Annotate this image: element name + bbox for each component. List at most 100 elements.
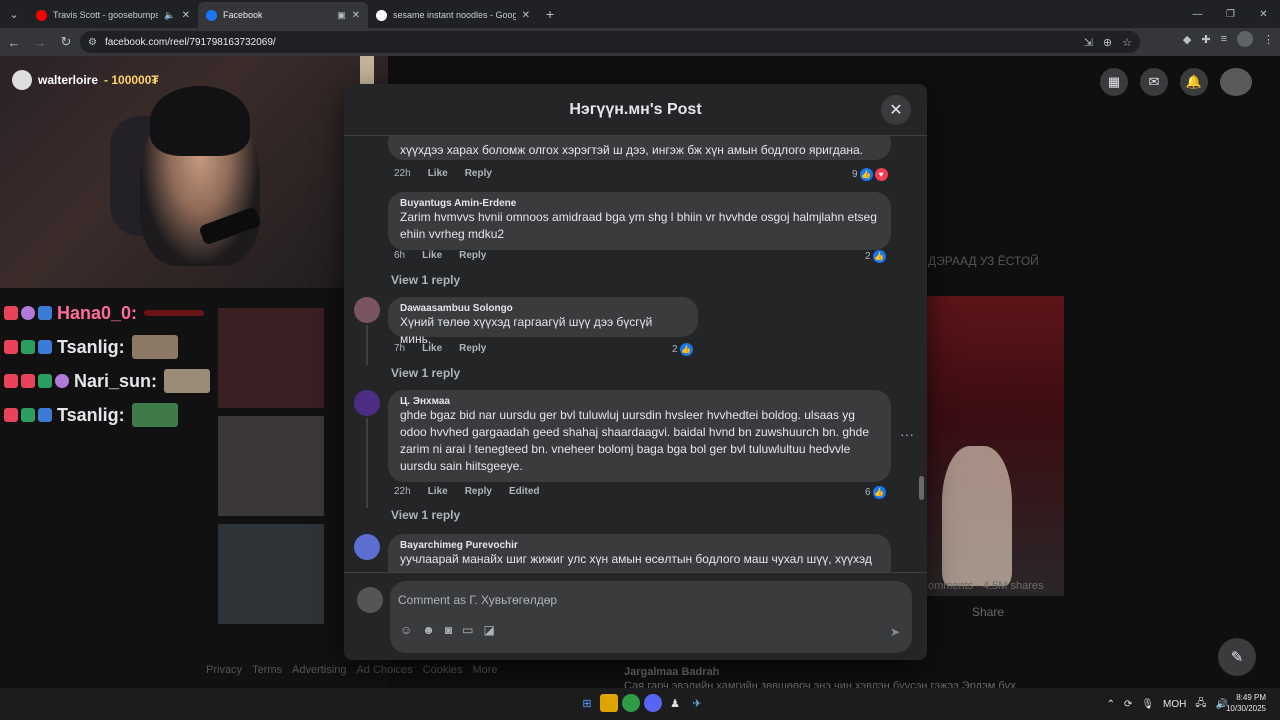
like-button[interactable]: Like bbox=[422, 250, 442, 261]
commenter-avatar[interactable] bbox=[354, 390, 380, 416]
comment-list[interactable]: хүүхдээ харах боломж олгох хэрэгтэй ш дэ… bbox=[344, 136, 927, 572]
obs-icon[interactable]: ♟ bbox=[666, 694, 684, 712]
reaction-count[interactable]: 2 👍 bbox=[865, 250, 886, 263]
address-bar[interactable]: ⚙ facebook.com/reel/791798163732069/ ⇲ ⊕… bbox=[80, 31, 1140, 53]
comment-time[interactable]: 22h bbox=[394, 168, 411, 179]
site-info-icon[interactable]: ⚙ bbox=[88, 37, 97, 48]
tray-chevron-icon[interactable]: ⌃ bbox=[1107, 699, 1115, 710]
extensions-puzzle-icon[interactable]: ✚ bbox=[1201, 33, 1210, 46]
install-icon[interactable]: ⇲ bbox=[1084, 36, 1093, 49]
comment-bubble: Bayarchimeg Purevochir уучлаарай манайх … bbox=[388, 534, 891, 572]
close-icon[interactable]: ✕ bbox=[881, 95, 911, 125]
media-icon[interactable]: ≡ bbox=[1221, 33, 1227, 45]
new-message-compose-icon[interactable]: ✎ bbox=[1218, 638, 1256, 676]
microphone-icon[interactable]: 🎙 bbox=[1141, 699, 1154, 710]
emoji-icon[interactable]: ☻ bbox=[422, 623, 435, 637]
comment-author[interactable]: Ц. Энхмаа bbox=[400, 396, 879, 407]
comment-options-icon[interactable]: ··· bbox=[900, 426, 914, 442]
messenger-icon[interactable]: ✉ bbox=[1140, 68, 1168, 96]
forward-icon[interactable]: → bbox=[28, 30, 52, 54]
extension-icon[interactable]: ◆ bbox=[1183, 33, 1191, 46]
send-icon[interactable]: ➤ bbox=[890, 625, 900, 639]
comment-author[interactable]: Buyantugs Amin-Erdene bbox=[400, 198, 879, 209]
close-tab-icon[interactable]: ✕ bbox=[182, 10, 190, 21]
steam-icon[interactable]: ✈ bbox=[688, 694, 706, 712]
commenter-avatar[interactable] bbox=[354, 297, 380, 323]
menu-grid-icon[interactable]: ▦ bbox=[1100, 68, 1128, 96]
reply-button[interactable]: Reply bbox=[459, 250, 486, 261]
chat-line: Nari_sun: bbox=[4, 364, 244, 398]
gif-icon[interactable]: ▭ bbox=[462, 623, 473, 637]
close-tab-icon[interactable]: ✕ bbox=[522, 10, 530, 21]
profile-avatar[interactable] bbox=[1237, 31, 1253, 47]
tab-google[interactable]: sesame instant noodles - Goog ✕ bbox=[368, 2, 538, 28]
back-icon[interactable]: ← bbox=[2, 30, 26, 54]
footer-link[interactable]: More bbox=[472, 664, 497, 676]
comment-input[interactable]: Comment as Г. Хувьтөгөлдөр ☺ ☻ ◙ ▭ ◪ ➤ bbox=[390, 581, 912, 653]
reaction-number: 2 bbox=[865, 251, 871, 262]
chrome-icon[interactable] bbox=[622, 694, 640, 712]
scrollbar-thumb[interactable] bbox=[919, 476, 924, 500]
language-indicator[interactable]: МОН bbox=[1163, 699, 1186, 710]
comment-time[interactable]: 7h bbox=[394, 343, 405, 354]
view-replies-link[interactable]: View 1 reply bbox=[391, 508, 460, 522]
my-avatar[interactable] bbox=[357, 587, 383, 613]
footer-link[interactable]: Advertising bbox=[292, 664, 346, 676]
browser-toolbar: ← → ↻ ⚙ facebook.com/reel/79179816373206… bbox=[0, 28, 1280, 56]
reply-button[interactable]: Reply bbox=[459, 343, 486, 354]
new-tab-button[interactable]: + bbox=[538, 6, 562, 22]
view-replies-link[interactable]: View 1 reply bbox=[391, 273, 460, 287]
tab-facebook[interactable]: Facebook ▣ ✕ bbox=[198, 2, 368, 28]
facebook-favicon-icon bbox=[206, 9, 217, 21]
file-explorer-icon[interactable] bbox=[600, 694, 618, 712]
camera-icon[interactable]: ◙ bbox=[445, 623, 452, 637]
reaction-count[interactable]: 6 👍 bbox=[865, 486, 886, 499]
discord-icon[interactable] bbox=[644, 694, 662, 712]
close-tab-icon[interactable]: ✕ bbox=[352, 10, 360, 21]
account-avatar[interactable] bbox=[1220, 68, 1252, 96]
footer-link[interactable]: Cookies bbox=[423, 664, 463, 676]
reply-button[interactable]: Reply bbox=[465, 168, 492, 179]
sticker-icon[interactable]: ◪ bbox=[484, 623, 495, 637]
edited-label[interactable]: Edited bbox=[509, 486, 540, 497]
bookmark-star-icon[interactable]: ☆ bbox=[1122, 36, 1132, 49]
taskbar-apps: ⊞ ♟ ✈ bbox=[578, 694, 706, 712]
audio-icon[interactable]: 🔈 bbox=[164, 10, 175, 21]
comment-author[interactable]: Dawaasambuu Solongo bbox=[400, 303, 686, 314]
commenter-avatar[interactable] bbox=[354, 534, 380, 560]
comment-time[interactable]: 6h bbox=[394, 250, 405, 261]
cast-icon[interactable]: ▣ bbox=[337, 10, 346, 21]
tray-sync-icon[interactable]: ⟳ bbox=[1124, 699, 1132, 710]
footer-link[interactable]: Terms bbox=[252, 664, 282, 676]
like-button[interactable]: Like bbox=[428, 486, 448, 497]
restore-icon[interactable]: ❐ bbox=[1214, 0, 1247, 28]
reload-icon[interactable]: ↻ bbox=[54, 30, 78, 54]
view-replies-link[interactable]: View 1 reply bbox=[391, 366, 460, 380]
tab-youtube[interactable]: Travis Scott - goosebumps 🔈 ✕ bbox=[28, 2, 198, 28]
comment-author[interactable]: Bayarchimeg Purevochir bbox=[400, 540, 879, 551]
reaction-count[interactable]: 2 👍 bbox=[672, 343, 693, 356]
like-button[interactable]: Like bbox=[422, 343, 442, 354]
notifications-bell-icon[interactable]: 🔔 bbox=[1180, 68, 1208, 96]
reaction-count[interactable]: 9 👍 ♥ bbox=[852, 168, 888, 181]
streamer-points: - 100000₮ bbox=[104, 73, 159, 87]
tab-search-icon[interactable]: ⌄ bbox=[0, 0, 28, 28]
close-window-icon[interactable]: ✕ bbox=[1247, 0, 1280, 28]
comment-time[interactable]: 22h bbox=[394, 486, 411, 497]
zoom-icon[interactable]: ⊕ bbox=[1103, 36, 1112, 49]
like-button[interactable]: Like bbox=[428, 168, 448, 179]
background-share-button[interactable]: Share bbox=[972, 605, 1004, 619]
post-modal: Нэгүүн.мн's Post ✕ хүүхдээ харах боломж … bbox=[344, 84, 927, 660]
system-tray: ⌃ ⟳ 🎙 МОН 🖧 🔊 bbox=[1107, 696, 1228, 713]
windows-start-icon[interactable]: ⊞ bbox=[578, 694, 596, 712]
footer-link[interactable]: Privacy bbox=[206, 664, 242, 676]
modal-header: Нэгүүн.мн's Post ✕ bbox=[344, 84, 927, 136]
menu-kebab-icon[interactable]: ⋮ bbox=[1263, 33, 1274, 46]
minimize-icon[interactable]: — bbox=[1181, 0, 1214, 28]
comment-bubble: хүүхдээ харах боломж олгох хэрэгтэй ш дэ… bbox=[388, 136, 891, 160]
footer-link[interactable]: Ad Choices bbox=[356, 664, 412, 676]
reply-button[interactable]: Reply bbox=[465, 486, 492, 497]
taskbar-clock[interactable]: 8:49 PM 10/30/2025 bbox=[1226, 692, 1266, 714]
avatar-sticker-icon[interactable]: ☺ bbox=[400, 623, 412, 637]
network-icon[interactable]: 🖧 bbox=[1195, 696, 1206, 713]
